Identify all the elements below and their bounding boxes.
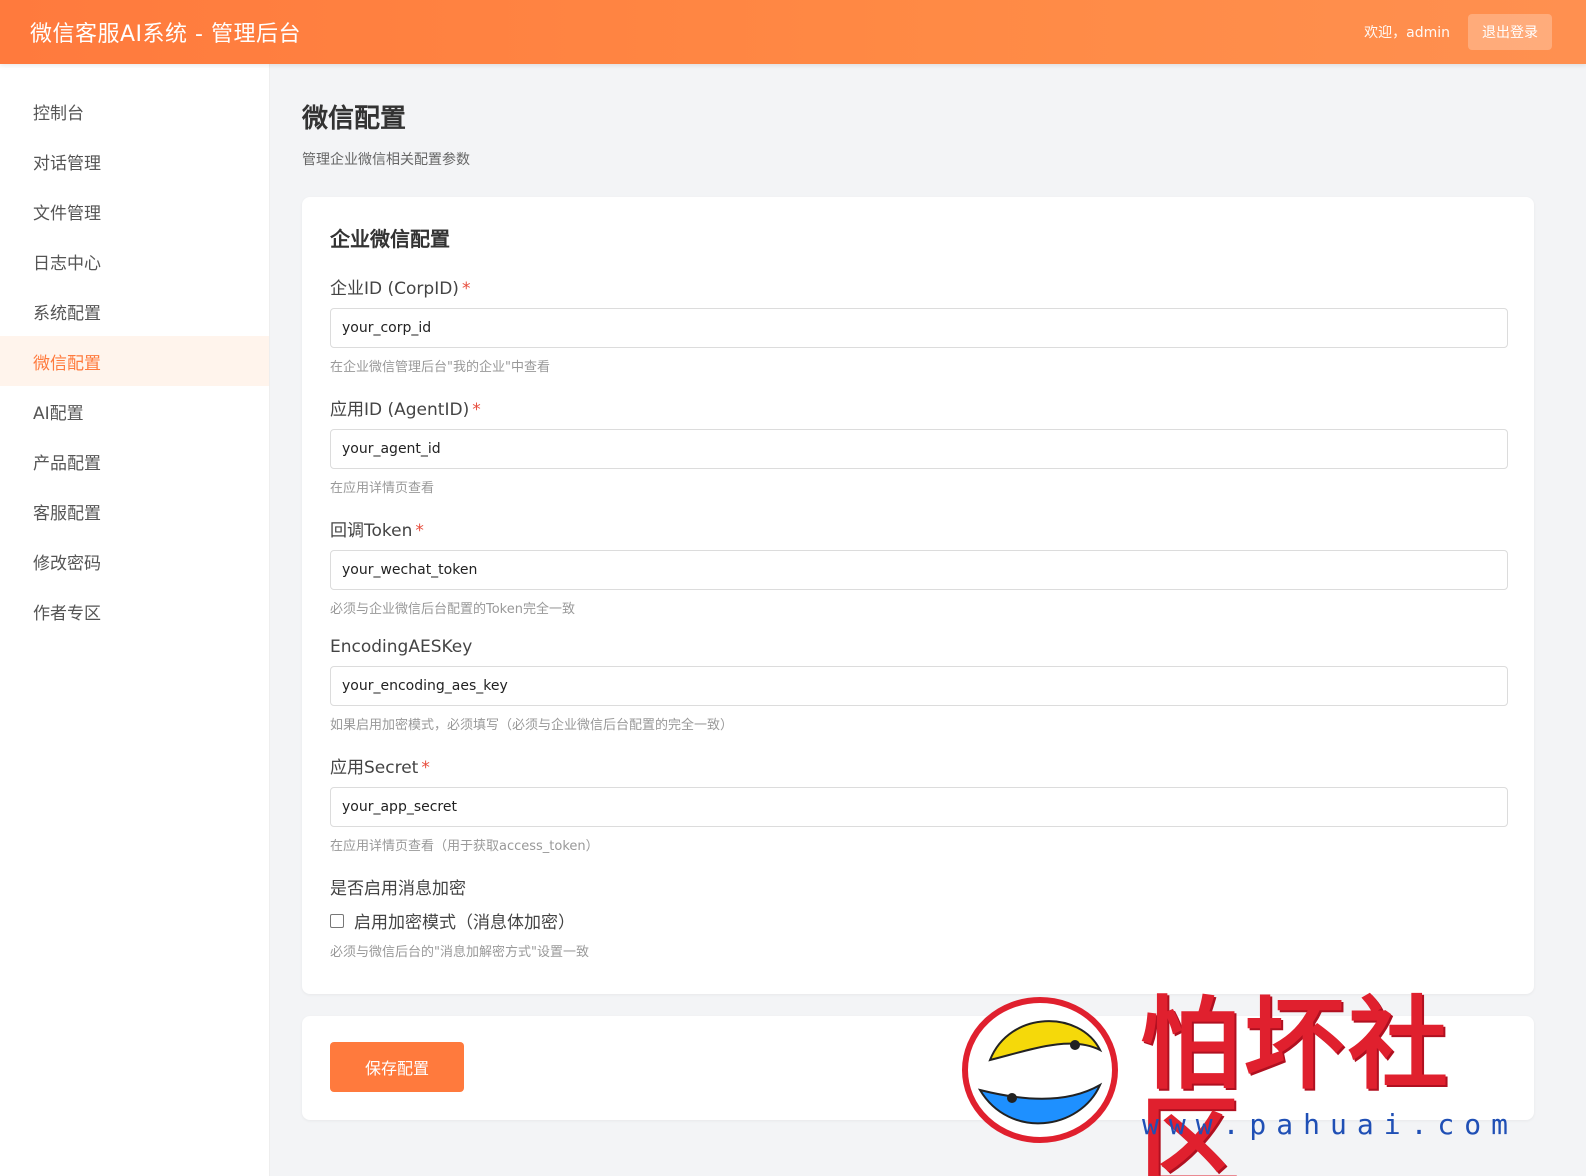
app-secret-input[interactable] xyxy=(330,787,1508,827)
sidebar-item-service-config[interactable]: 客服配置 xyxy=(0,486,269,536)
required-mark: * xyxy=(415,521,424,541)
fish-logo-icon xyxy=(962,997,1118,1143)
watermark-url: www.pahuai.com xyxy=(1142,1108,1519,1141)
sidebar-item-product-config[interactable]: 产品配置 xyxy=(0,436,269,486)
encoding-aes-key-field: EncodingAESKey 如果启用加密模式，必须填写（必须与企业微信后台配置… xyxy=(330,637,1508,733)
sidebar-item-change-password[interactable]: 修改密码 xyxy=(0,536,269,586)
field-hint: 在应用详情页查看 xyxy=(330,481,435,496)
field-hint: 必须与企业微信后台配置的Token完全一致 xyxy=(330,602,575,617)
sidebar-item-conversations[interactable]: 对话管理 xyxy=(0,136,269,186)
encryption-checkbox-label[interactable]: 启用加密模式（消息体加密） xyxy=(354,908,575,933)
sidebar-item-ai-config[interactable]: AI配置 xyxy=(0,386,269,436)
encryption-label: 是否启用消息加密 xyxy=(330,879,466,899)
encryption-checkbox-row[interactable]: 启用加密模式（消息体加密） xyxy=(330,908,1506,933)
top-header-bar: 微信客服AI系统 - 管理后台 欢迎，admin 退出登录 xyxy=(0,0,1586,64)
page-title: 微信配置 xyxy=(302,104,407,134)
sidebar-item-files[interactable]: 文件管理 xyxy=(0,186,269,236)
field-hint: 必须与微信后台的"消息加解密方式"设置一致 xyxy=(330,945,589,960)
field-hint: 在企业微信管理后台"我的企业"中查看 xyxy=(330,360,550,375)
encoding-aes-key-input[interactable] xyxy=(330,666,1508,706)
sidebar-nav: 控制台 对话管理 文件管理 日志中心 系统配置 微信配置 AI配置 产品配置 客… xyxy=(0,64,270,1176)
field-hint: 如果启用加密模式，必须填写（必须与企业微信后台配置的完全一致） xyxy=(330,718,734,733)
encryption-field: 是否启用消息加密 启用加密模式（消息体加密） 必须与微信后台的"消息加解密方式"… xyxy=(330,874,1506,960)
app-secret-field: 应用Secret* 在应用详情页查看（用于获取access_token） xyxy=(330,753,1508,854)
corp-id-field: 企业ID (CorpID)* 在企业微信管理后台"我的企业"中查看 xyxy=(330,274,1508,375)
sidebar-item-system-config[interactable]: 系统配置 xyxy=(0,286,269,336)
callback-token-input[interactable] xyxy=(330,550,1508,590)
agent-id-input[interactable] xyxy=(330,429,1508,469)
app-title: 微信客服AI系统 - 管理后台 xyxy=(30,22,301,47)
field-label: 回调Token * xyxy=(330,521,424,541)
page-subtitle: 管理企业微信相关配置参数 xyxy=(302,152,470,168)
sidebar-item-logs[interactable]: 日志中心 xyxy=(0,236,269,286)
sidebar-item-dashboard[interactable]: 控制台 xyxy=(0,86,269,136)
required-mark: * xyxy=(461,279,471,299)
section-title: 企业微信配置 xyxy=(330,227,450,251)
field-hint: 在应用详情页查看（用于获取access_token） xyxy=(330,839,599,854)
user-area: 欢迎，admin 退出登录 xyxy=(1364,14,1552,50)
save-config-button[interactable]: 保存配置 xyxy=(330,1042,464,1092)
required-mark: * xyxy=(472,400,481,420)
encryption-checkbox[interactable] xyxy=(330,913,344,928)
sidebar-item-wechat-config[interactable]: 微信配置 xyxy=(0,336,269,386)
field-label: 应用Secret * xyxy=(330,758,430,778)
sidebar-item-author-zone[interactable]: 作者专区 xyxy=(0,586,269,636)
field-label: EncodingAESKey xyxy=(330,637,473,657)
wechat-config-card: 企业微信配置 企业ID (CorpID)* 在企业微信管理后台"我的企业"中查看… xyxy=(302,197,1534,994)
field-label: 企业ID (CorpID) * xyxy=(330,279,471,299)
welcome-text: 欢迎，admin xyxy=(1364,25,1450,41)
corp-id-input[interactable] xyxy=(330,308,1508,348)
field-label: 应用ID (AgentID) * xyxy=(330,400,481,420)
watermark-text: 怕坏社区 xyxy=(1140,985,1452,1176)
agent-id-field: 应用ID (AgentID)* 在应用详情页查看 xyxy=(330,395,1508,496)
required-mark: * xyxy=(421,758,430,778)
callback-token-field: 回调Token* 必须与企业微信后台配置的Token完全一致 xyxy=(330,516,1508,617)
logout-button[interactable]: 退出登录 xyxy=(1468,14,1552,50)
watermark: 怕坏社区 www.pahuai.com xyxy=(950,990,1550,1176)
